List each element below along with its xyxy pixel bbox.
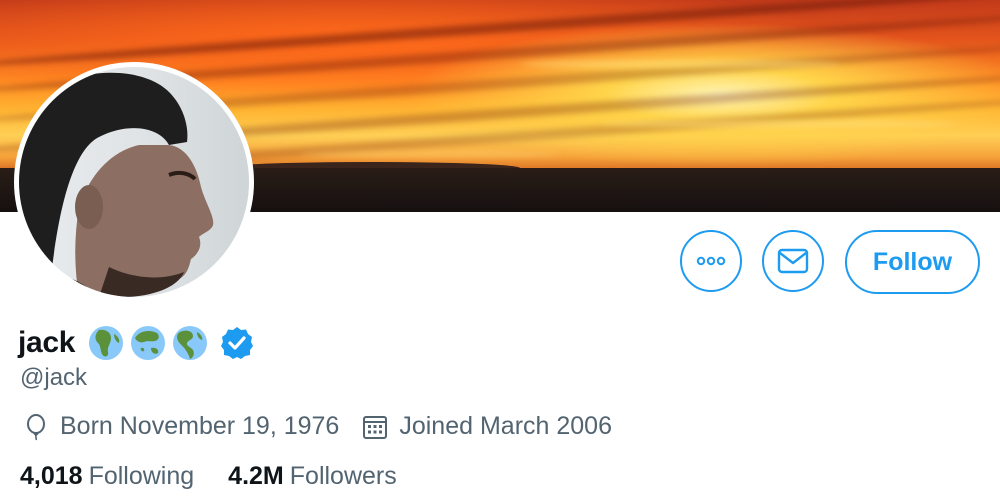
display-name: jack — [18, 326, 76, 359]
followers-link[interactable]: 4.2M Followers — [228, 462, 397, 491]
following-link[interactable]: 4,018 Following — [20, 462, 194, 491]
name-row: jack — [18, 322, 255, 364]
avatar[interactable] — [14, 62, 254, 302]
join-date-text: Joined March 2006 — [399, 412, 612, 440]
avatar-photo — [19, 67, 249, 297]
user-handle: @jack — [20, 364, 88, 391]
followers-label: Followers — [289, 462, 397, 490]
earth-africa-icon — [89, 326, 124, 360]
verified-badge-icon[interactable] — [219, 325, 255, 361]
following-label: Following — [88, 462, 195, 490]
following-count: 4,018 — [20, 462, 83, 490]
balloon-icon — [27, 413, 45, 440]
join-date: Joined March 2006 — [361, 412, 612, 441]
profile-meta: Born November 19, 1976 Joined March 2006 — [22, 412, 634, 441]
calendar-icon — [363, 415, 388, 439]
envelope-icon — [777, 248, 809, 274]
followers-count: 4.2M — [228, 462, 284, 490]
more-button[interactable] — [680, 230, 742, 292]
birthdate-text: Born November 19, 1976 — [60, 412, 340, 440]
earth-americas-icon — [173, 326, 208, 360]
birthdate: Born November 19, 1976 — [22, 412, 339, 441]
earth-asia-icon — [131, 326, 166, 360]
message-button[interactable] — [762, 230, 824, 292]
follow-stats: 4,018 Following 4.2M Followers — [20, 462, 431, 491]
more-icon — [696, 256, 726, 266]
follow-button[interactable]: Follow — [845, 230, 980, 294]
